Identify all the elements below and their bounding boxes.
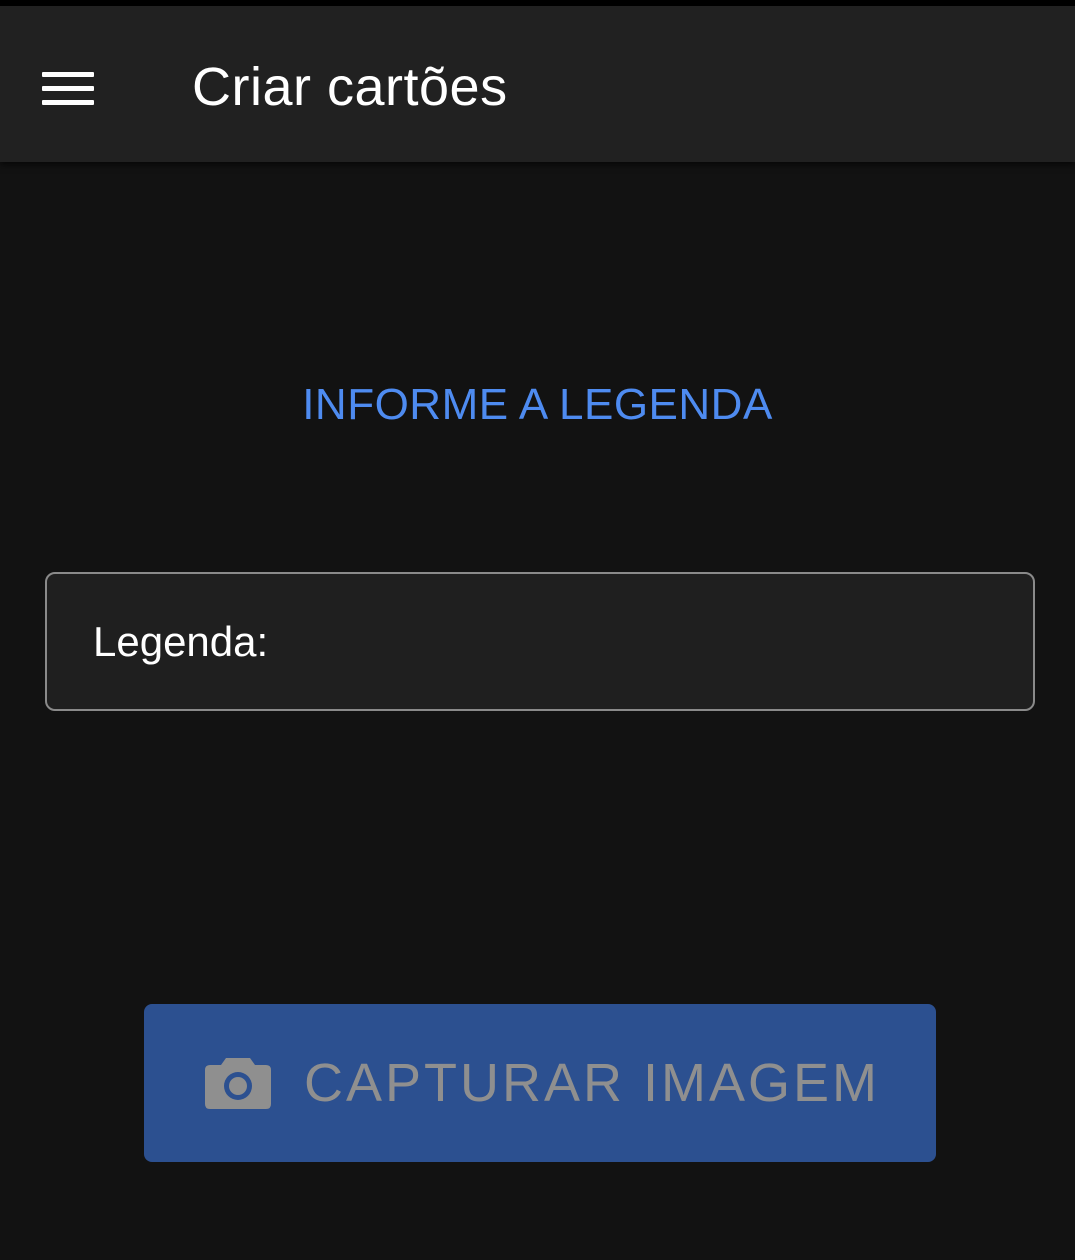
capture-image-button[interactable]: CAPTURAR IMAGEM — [144, 1004, 936, 1162]
hamburger-menu-icon — [42, 72, 94, 106]
capture-button-label: CAPTURAR IMAGEM — [304, 1053, 881, 1113]
caption-prompt: INFORME A LEGENDA — [302, 380, 773, 429]
create-cards-screen: Criar cartões INFORME A LEGENDA Legenda:… — [0, 0, 1075, 1260]
app-bar: Criar cartões — [0, 0, 1075, 162]
caption-field-label: Legenda: — [93, 618, 269, 665]
page-title: Criar cartões — [192, 57, 508, 117]
menu-button[interactable] — [30, 56, 106, 120]
caption-field[interactable]: Legenda: — [45, 572, 1035, 711]
camera-icon — [205, 1058, 271, 1109]
caption-input[interactable] — [297, 604, 1001, 682]
